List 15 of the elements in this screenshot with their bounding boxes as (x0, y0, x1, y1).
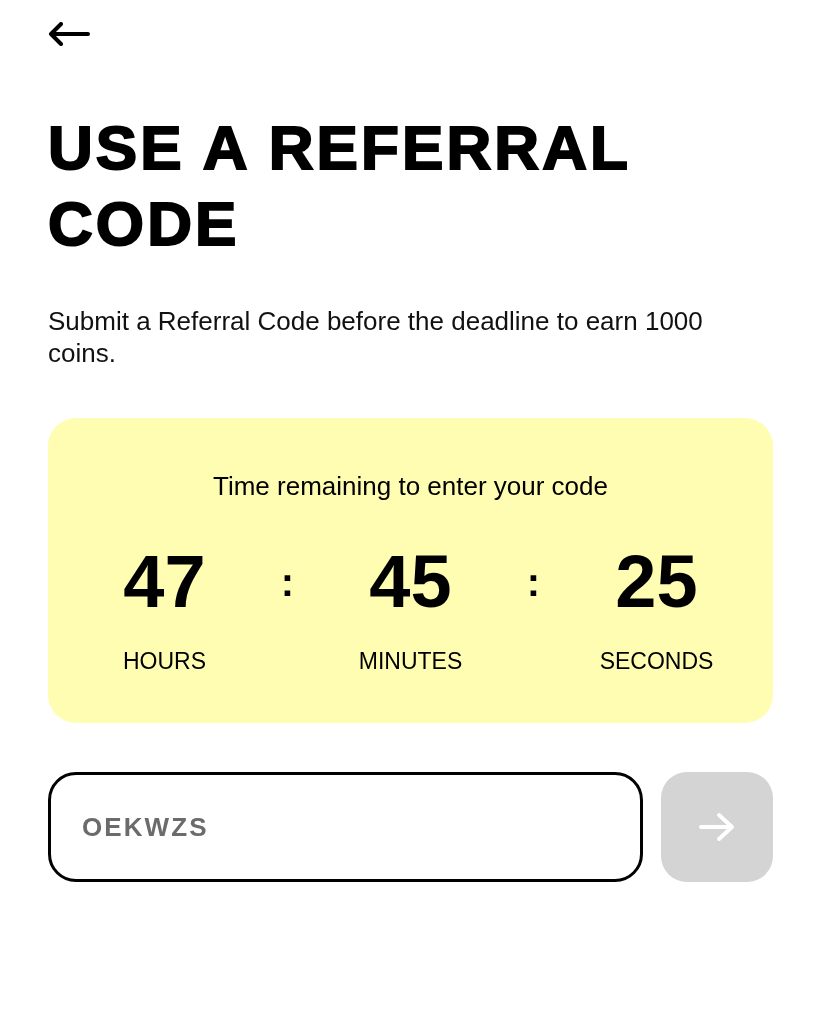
back-button[interactable] (48, 22, 90, 46)
back-arrow-icon (48, 22, 90, 46)
countdown-value: 25 (615, 545, 698, 619)
countdown-unit-label: SECONDS (599, 647, 714, 675)
arrow-right-icon (699, 812, 735, 842)
countdown-value: 45 (369, 545, 452, 619)
countdown-title: Time remaining to enter your code (213, 470, 608, 502)
time-separator: : (526, 559, 541, 606)
countdown-unit-label: MINUTES (358, 647, 463, 675)
page-title: USE A REFERRAL CODE (48, 112, 631, 260)
countdown-unit-label: HOURS (122, 647, 207, 675)
description-text: Submit a Referral Code before the deadline to earn 1000 coins. (48, 305, 704, 369)
countdown-value: 47 (123, 545, 206, 619)
time-separator: : (280, 559, 295, 606)
code-input-field[interactable]: OEKWZS (48, 772, 643, 882)
